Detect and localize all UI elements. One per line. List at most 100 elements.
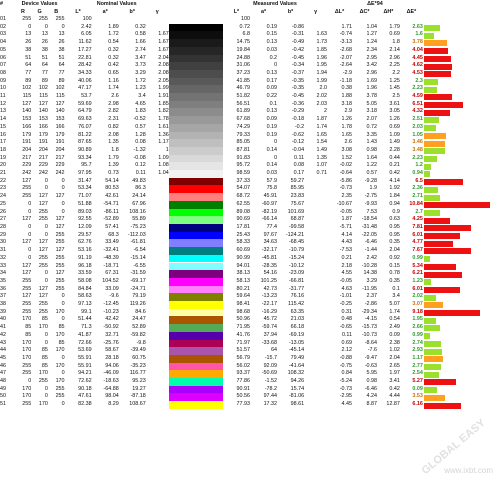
cell-n: 32 — [0, 254, 6, 261]
cell-ma: 45.72 — [263, 316, 278, 323]
delta-e-bar — [423, 116, 499, 124]
cell-ma: 0.09 — [266, 85, 278, 92]
cell-mg — [304, 278, 327, 286]
cell-R: 13 — [25, 31, 32, 38]
cell-a: -86.11 — [103, 208, 119, 215]
cell-G: 89 — [41, 77, 48, 84]
cell-mL: 62.55 — [236, 200, 250, 207]
cell-G: 170 — [38, 370, 48, 377]
cell-dL: -0.05 — [339, 277, 353, 284]
delta-e-bar — [423, 70, 499, 78]
cell-L: 12.09 — [78, 223, 92, 230]
cell-B: 0 — [61, 316, 65, 323]
color-swatch — [168, 339, 223, 348]
cell-L: 53.7 — [81, 93, 92, 100]
cell-a: -18.71 — [103, 262, 119, 269]
cell-R: 64 — [25, 62, 32, 69]
cell-L: 51.88 — [78, 200, 92, 207]
cell-mg — [304, 239, 327, 247]
cell-R: 204 — [22, 146, 32, 153]
cell-b: 0.57 — [135, 123, 146, 130]
cell-dH: 0.44 — [389, 154, 400, 161]
cell-mb: -0.45 — [291, 93, 305, 100]
color-swatch — [168, 85, 223, 94]
delta-e-bar — [423, 316, 499, 324]
cell-dC: 2.37 — [366, 293, 378, 300]
cell-dE: 6.16 — [412, 401, 423, 408]
cell-R: 170 — [22, 316, 32, 323]
cell-L: 28.42 — [78, 62, 92, 69]
cell-dC: -9.28 — [364, 177, 378, 184]
cell-dE: 0.09 — [412, 385, 423, 392]
color-swatch — [168, 254, 223, 263]
cell-mL: 41.85 — [236, 77, 250, 84]
cell-ma: 97.67 — [263, 231, 278, 238]
delta-e-bar — [423, 170, 499, 178]
delta-e-bar — [423, 332, 499, 340]
cell-mL: 56.02 — [236, 362, 250, 369]
cell-a: -54.71 — [103, 200, 119, 207]
color-swatch — [168, 162, 223, 171]
cell-B: 127 — [55, 270, 65, 277]
cell-mb: 68.87 — [290, 216, 305, 223]
delta-e-bar — [423, 355, 499, 363]
cell-n: 28 — [0, 223, 6, 230]
cell-mL: 90.69 — [236, 216, 250, 223]
cell-n: 49 — [0, 385, 6, 392]
cell-a: 28.18 — [105, 354, 119, 361]
cell-dL: 2.18 — [341, 262, 353, 269]
cell-dL: -2.64 — [339, 62, 353, 69]
color-swatch — [168, 354, 223, 363]
cell-L: 55.91 — [78, 362, 92, 369]
cell-ma: -13.23 — [261, 293, 278, 300]
cell-dE: 2.36 — [412, 185, 423, 192]
cell-B: 255 — [55, 16, 65, 22]
cell-B: 170 — [55, 362, 65, 369]
cell-R: 0 — [28, 23, 32, 30]
cell-L: 90.89 — [78, 146, 92, 153]
cell-L: 51.44 — [78, 316, 92, 323]
column-header: L* — [75, 9, 81, 15]
cell-b: 1.23 — [135, 85, 146, 92]
delta-e-bar — [423, 55, 499, 63]
cell-L: 96.18 — [78, 262, 92, 269]
color-swatch — [168, 385, 223, 394]
cell-dE: 4.62 — [412, 62, 423, 69]
cell-g — [146, 370, 169, 378]
cell-dH: 1.97 — [389, 370, 400, 377]
cell-R: 255 — [22, 193, 32, 200]
cell-dL: -5.24 — [339, 378, 353, 385]
cell-dL: -0.88 — [339, 354, 353, 361]
cell-g — [146, 332, 169, 340]
delta-e-bar — [423, 378, 499, 386]
cell-L: 2.42 — [81, 23, 92, 30]
cell-G: 127 — [38, 285, 48, 292]
cell-mL: 59.64 — [236, 293, 250, 300]
cell-dH: 5.07 — [389, 301, 400, 308]
color-swatch — [168, 131, 223, 140]
table-row: 31 0 127 127 53.16 -32.41 -6.54 60.69 -32.17 -10.… — [0, 247, 499, 255]
cell-dC: 14.38 — [363, 270, 378, 277]
cell-dC: 3.35 — [366, 131, 378, 138]
cell-g: 1.85 — [158, 100, 169, 107]
cell-dC: 5.05 — [366, 100, 378, 107]
cell-n: 16 — [0, 131, 6, 138]
cell-mb: -0.18 — [291, 116, 305, 123]
delta-e-bar — [423, 132, 499, 140]
color-swatch — [168, 285, 223, 294]
cell-R: 255 — [22, 301, 32, 308]
cell-mg — [304, 324, 327, 332]
cell-ma: 0.19 — [266, 23, 278, 30]
cell-ma: -50.69 — [261, 370, 278, 377]
cell-dL: 0.31 — [341, 308, 353, 315]
cell-b: -0.52 — [133, 116, 146, 123]
cell-mL: 37.33 — [236, 177, 250, 184]
cell-G: 153 — [38, 116, 48, 123]
cell-mg: 1.65 — [316, 131, 328, 138]
cell-ma: 17.32 — [263, 401, 278, 408]
cell-dC: -2.75 — [364, 193, 378, 200]
cell-g — [146, 224, 169, 232]
color-swatch — [168, 69, 223, 78]
delta-e-bar — [423, 263, 499, 271]
table-row: 14 153 153 153 69.63 2.31 -0.52 1.78 67.68 0.09 -0… — [0, 116, 499, 124]
